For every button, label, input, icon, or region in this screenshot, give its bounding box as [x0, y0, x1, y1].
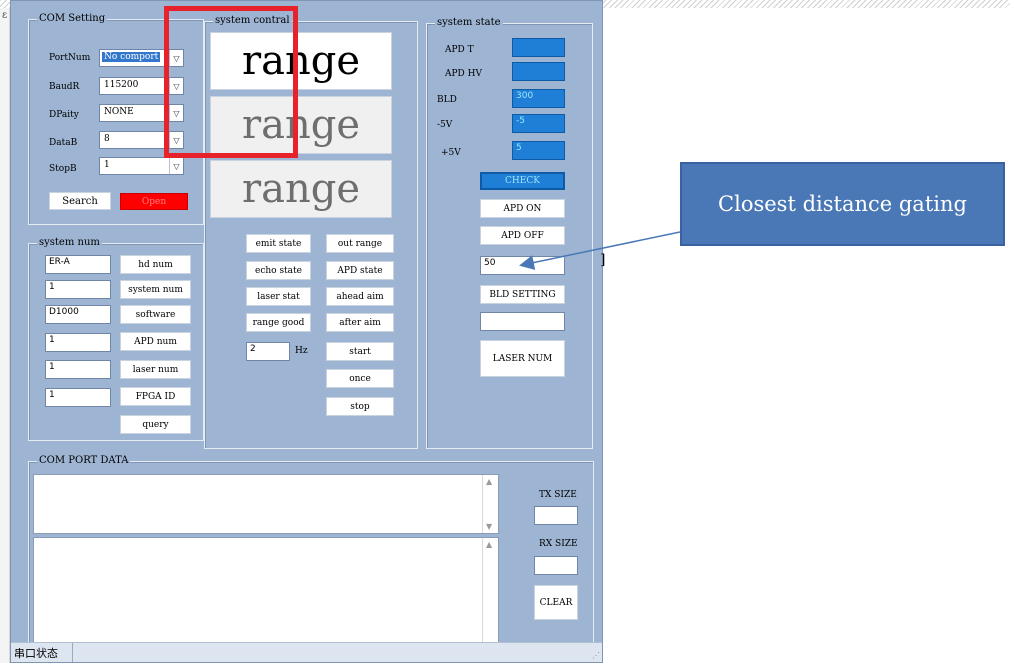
- scroll-up-icon[interactable]: ▲: [486, 540, 492, 549]
- baudr-label: BaudR: [49, 82, 80, 92]
- once-button[interactable]: once: [326, 369, 394, 388]
- apd-t-label: APD T: [445, 45, 474, 55]
- apd-t-value: [512, 38, 565, 57]
- tx-scrollbar[interactable]: ▲ ▼: [482, 475, 498, 533]
- tx-data-textarea[interactable]: ▲ ▼: [33, 474, 499, 534]
- fpga-id-button[interactable]: FPGA ID: [120, 387, 191, 406]
- highlight-box: [164, 6, 298, 158]
- com-port-data-legend: COM PORT DATA: [37, 455, 131, 466]
- laser-num-state-button[interactable]: LASER NUM: [480, 340, 565, 377]
- datab-label: DataB: [49, 138, 78, 148]
- plus-5v-label: +5V: [441, 148, 461, 158]
- scroll-up-icon[interactable]: ▲: [486, 477, 492, 486]
- minus-5v-label: -5V: [437, 120, 453, 130]
- stopb-value: 1: [104, 160, 110, 170]
- dpaity-label: DPaity: [49, 110, 79, 120]
- status-bar: 串口状态 ⋰: [11, 642, 602, 662]
- rx-scrollbar[interactable]: ▲: [482, 538, 498, 647]
- laser-num-button[interactable]: laser num: [120, 360, 191, 379]
- stopb-select[interactable]: 1 ▽: [99, 157, 184, 175]
- system-num-group: system num ER-A hd num 1 system num D100…: [28, 237, 204, 441]
- rx-size-label: RX SIZE: [539, 539, 578, 549]
- bld-value: 300: [512, 89, 565, 108]
- status-text: 串口状态: [11, 643, 73, 662]
- start-button[interactable]: start: [326, 342, 394, 361]
- baudr-value: 115200: [104, 80, 139, 90]
- side-panel-edge: [0, 8, 10, 663]
- com-port-data-group: COM PORT DATA ▲ ▼ ▲ TX SIZE RX SIZE CLEA…: [28, 455, 594, 648]
- apd-off-button[interactable]: APD OFF: [480, 226, 565, 245]
- check-button[interactable]: CHECK: [480, 172, 565, 190]
- rx-data-textarea[interactable]: ▲: [33, 537, 499, 648]
- bracket-mark: ]: [600, 252, 606, 268]
- rx-size-field: [534, 556, 578, 575]
- callout-box: Closest distance gating: [680, 162, 1005, 246]
- stopb-label: StopB: [49, 164, 77, 174]
- portnum-value: No comport: [102, 52, 161, 62]
- after-aim-button[interactable]: after aim: [326, 313, 394, 332]
- bld-label: BLD: [437, 95, 457, 105]
- search-button[interactable]: Search: [49, 192, 111, 210]
- range-display-3: range: [210, 160, 392, 218]
- clear-button[interactable]: CLEAR: [534, 585, 578, 620]
- tx-size-label: TX SIZE: [539, 490, 577, 500]
- bld-setting-button[interactable]: BLD SETTING: [480, 285, 565, 304]
- frequency-input[interactable]: 2: [246, 342, 290, 361]
- apd-num-field[interactable]: 1: [45, 333, 111, 352]
- frequency-unit: Hz: [295, 346, 308, 356]
- dpaity-value: NONE: [104, 107, 134, 117]
- stop-button[interactable]: stop: [326, 397, 394, 416]
- application-window: COM Setting PortNum No comport ▽ BaudR 1…: [10, 0, 603, 663]
- datab-value: 8: [104, 134, 110, 144]
- system-num-legend: system num: [37, 237, 102, 248]
- system-num-field[interactable]: 1: [45, 280, 111, 299]
- hd-num-button[interactable]: hd num: [120, 255, 191, 274]
- query-button[interactable]: query: [120, 415, 191, 434]
- apd-state-button[interactable]: APD state: [326, 261, 394, 280]
- apd-hv-label: APD HV: [445, 69, 482, 79]
- system-num-button[interactable]: system num: [120, 280, 191, 299]
- out-range-button[interactable]: out range: [326, 234, 394, 253]
- apd-hv-value: [512, 62, 565, 81]
- range-good-button[interactable]: range good: [246, 313, 311, 332]
- chevron-down-icon[interactable]: ▽: [169, 158, 183, 174]
- software-button[interactable]: software: [120, 305, 191, 324]
- laser-num-field[interactable]: 1: [45, 360, 111, 379]
- software-field[interactable]: D1000: [45, 305, 111, 324]
- bld-setting-input[interactable]: [480, 312, 565, 331]
- system-state-legend: system state: [435, 17, 503, 28]
- gate-distance-input[interactable]: 50: [480, 256, 565, 275]
- echo-state-button[interactable]: echo state: [246, 261, 311, 280]
- portnum-label: PortNum: [49, 53, 91, 63]
- scroll-down-icon[interactable]: ▼: [486, 522, 492, 531]
- resize-grip-icon[interactable]: ⋰: [592, 651, 600, 660]
- fpga-id-field[interactable]: 1: [45, 388, 111, 407]
- ahead-aim-button[interactable]: ahead aim: [326, 287, 394, 306]
- minus-5v-value: -5: [512, 114, 565, 133]
- emit-state-button[interactable]: emit state: [246, 234, 311, 253]
- tx-size-field: [534, 506, 578, 525]
- apd-num-button[interactable]: APD num: [120, 332, 191, 351]
- com-setting-legend: COM Setting: [37, 13, 108, 24]
- plus-5v-value: 5: [512, 141, 565, 160]
- side-mark: ε: [2, 10, 8, 21]
- apd-on-button[interactable]: APD ON: [480, 199, 565, 218]
- hd-num-field[interactable]: ER-A: [45, 255, 111, 274]
- open-button[interactable]: Open: [120, 193, 188, 210]
- system-state-group: system state APD T APD HV BLD 300 -5V -5…: [426, 17, 593, 449]
- laser-stat-button[interactable]: laser stat: [246, 287, 311, 306]
